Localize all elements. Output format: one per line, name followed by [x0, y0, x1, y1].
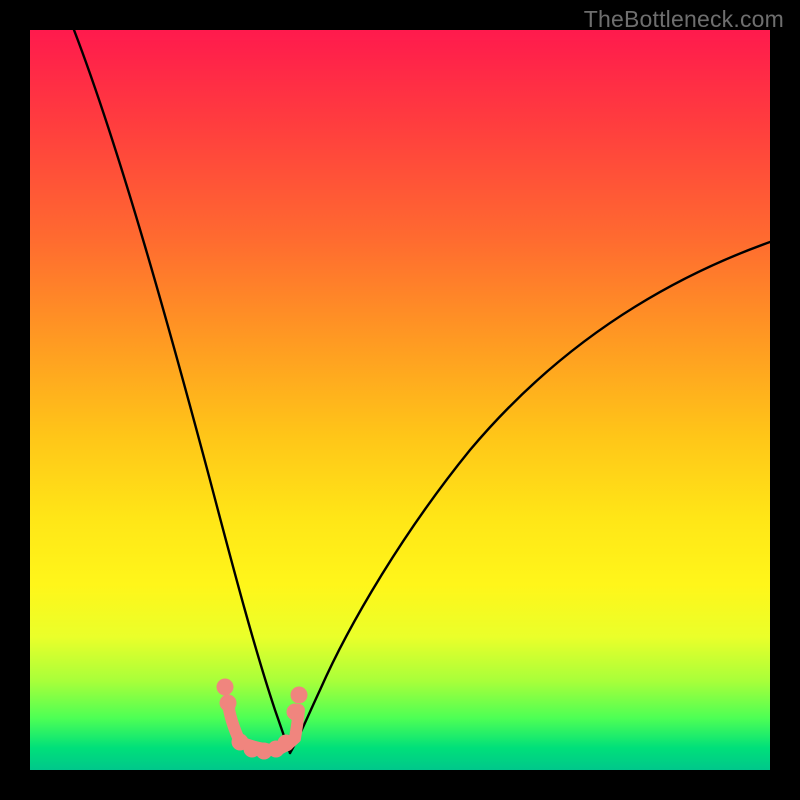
right-curve	[290, 242, 770, 753]
marker-dot	[217, 679, 234, 696]
marker-dot	[291, 687, 308, 704]
left-curve	[74, 30, 290, 753]
chart-frame: TheBottleneck.com	[0, 0, 800, 800]
watermark-text: TheBottleneck.com	[584, 6, 784, 33]
marker-dot	[287, 704, 304, 721]
plot-area	[30, 30, 770, 770]
marker-dot	[220, 695, 237, 712]
chart-svg	[30, 30, 770, 770]
marker-dot	[278, 735, 295, 752]
